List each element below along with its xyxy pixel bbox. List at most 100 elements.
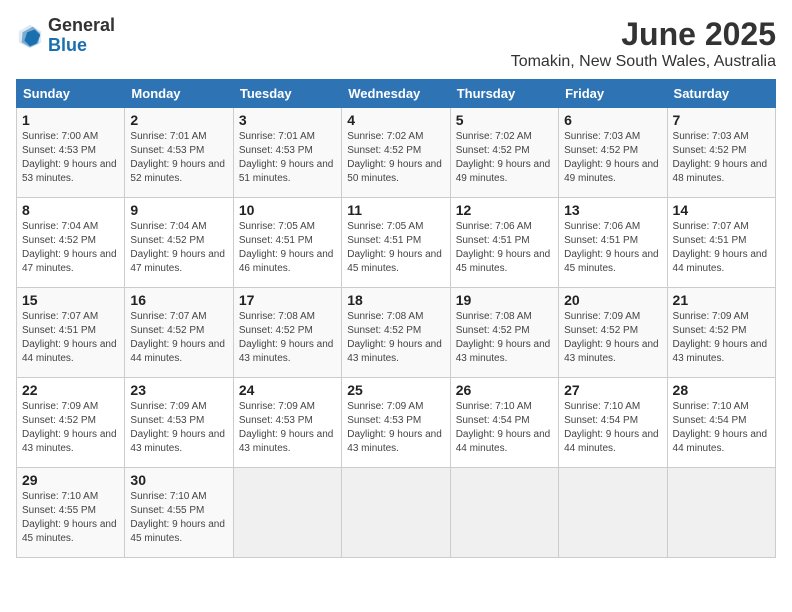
day-number: 26 — [456, 382, 553, 398]
day-number: 22 — [22, 382, 119, 398]
day-number: 28 — [673, 382, 770, 398]
weekday-header-thursday: Thursday — [450, 80, 558, 108]
day-info: Sunrise: 7:00 AM Sunset: 4:53 PM Dayligh… — [22, 130, 119, 186]
calendar-week-row: 15 Sunrise: 7:07 AM Sunset: 4:51 PM Dayl… — [17, 288, 776, 378]
day-number: 21 — [673, 292, 770, 308]
logo-general-text: General — [48, 15, 115, 35]
day-number: 16 — [130, 292, 227, 308]
calendar-cell: 8 Sunrise: 7:04 AM Sunset: 4:52 PM Dayli… — [17, 198, 125, 288]
day-info: Sunrise: 7:08 AM Sunset: 4:52 PM Dayligh… — [239, 310, 336, 366]
calendar-cell: 18 Sunrise: 7:08 AM Sunset: 4:52 PM Dayl… — [342, 288, 450, 378]
day-number: 30 — [130, 472, 227, 488]
day-number: 6 — [564, 112, 661, 128]
day-number: 19 — [456, 292, 553, 308]
day-number: 14 — [673, 202, 770, 218]
day-number: 2 — [130, 112, 227, 128]
day-number: 17 — [239, 292, 336, 308]
calendar-cell: 5 Sunrise: 7:02 AM Sunset: 4:52 PM Dayli… — [450, 108, 558, 198]
day-number: 24 — [239, 382, 336, 398]
day-info: Sunrise: 7:10 AM Sunset: 4:54 PM Dayligh… — [673, 400, 770, 456]
day-number: 13 — [564, 202, 661, 218]
day-number: 8 — [22, 202, 119, 218]
calendar-cell — [667, 468, 775, 558]
day-number: 4 — [347, 112, 444, 128]
day-info: Sunrise: 7:07 AM Sunset: 4:51 PM Dayligh… — [673, 220, 770, 276]
location-title: Tomakin, New South Wales, Australia — [511, 53, 776, 71]
day-info: Sunrise: 7:09 AM Sunset: 4:52 PM Dayligh… — [22, 400, 119, 456]
calendar-week-row: 29 Sunrise: 7:10 AM Sunset: 4:55 PM Dayl… — [17, 468, 776, 558]
calendar-cell: 2 Sunrise: 7:01 AM Sunset: 4:53 PM Dayli… — [125, 108, 233, 198]
calendar-cell: 19 Sunrise: 7:08 AM Sunset: 4:52 PM Dayl… — [450, 288, 558, 378]
day-info: Sunrise: 7:02 AM Sunset: 4:52 PM Dayligh… — [347, 130, 444, 186]
calendar-cell: 28 Sunrise: 7:10 AM Sunset: 4:54 PM Dayl… — [667, 378, 775, 468]
calendar-cell: 11 Sunrise: 7:05 AM Sunset: 4:51 PM Dayl… — [342, 198, 450, 288]
calendar-cell: 9 Sunrise: 7:04 AM Sunset: 4:52 PM Dayli… — [125, 198, 233, 288]
day-info: Sunrise: 7:06 AM Sunset: 4:51 PM Dayligh… — [456, 220, 553, 276]
day-info: Sunrise: 7:09 AM Sunset: 4:52 PM Dayligh… — [673, 310, 770, 366]
calendar-cell: 3 Sunrise: 7:01 AM Sunset: 4:53 PM Dayli… — [233, 108, 341, 198]
day-number: 27 — [564, 382, 661, 398]
calendar-cell — [559, 468, 667, 558]
day-info: Sunrise: 7:06 AM Sunset: 4:51 PM Dayligh… — [564, 220, 661, 276]
day-info: Sunrise: 7:09 AM Sunset: 4:53 PM Dayligh… — [130, 400, 227, 456]
day-number: 18 — [347, 292, 444, 308]
day-info: Sunrise: 7:10 AM Sunset: 4:54 PM Dayligh… — [564, 400, 661, 456]
header: General Blue June 2025 Tomakin, New Sout… — [16, 16, 776, 71]
day-info: Sunrise: 7:10 AM Sunset: 4:54 PM Dayligh… — [456, 400, 553, 456]
calendar-cell: 16 Sunrise: 7:07 AM Sunset: 4:52 PM Dayl… — [125, 288, 233, 378]
day-info: Sunrise: 7:05 AM Sunset: 4:51 PM Dayligh… — [239, 220, 336, 276]
calendar-cell: 1 Sunrise: 7:00 AM Sunset: 4:53 PM Dayli… — [17, 108, 125, 198]
day-number: 29 — [22, 472, 119, 488]
day-number: 3 — [239, 112, 336, 128]
day-info: Sunrise: 7:07 AM Sunset: 4:52 PM Dayligh… — [130, 310, 227, 366]
day-number: 7 — [673, 112, 770, 128]
title-section: June 2025 Tomakin, New South Wales, Aust… — [511, 16, 776, 71]
day-info: Sunrise: 7:01 AM Sunset: 4:53 PM Dayligh… — [239, 130, 336, 186]
calendar-cell: 30 Sunrise: 7:10 AM Sunset: 4:55 PM Dayl… — [125, 468, 233, 558]
calendar-cell: 17 Sunrise: 7:08 AM Sunset: 4:52 PM Dayl… — [233, 288, 341, 378]
calendar-cell: 23 Sunrise: 7:09 AM Sunset: 4:53 PM Dayl… — [125, 378, 233, 468]
calendar-cell: 14 Sunrise: 7:07 AM Sunset: 4:51 PM Dayl… — [667, 198, 775, 288]
day-info: Sunrise: 7:07 AM Sunset: 4:51 PM Dayligh… — [22, 310, 119, 366]
calendar-cell: 25 Sunrise: 7:09 AM Sunset: 4:53 PM Dayl… — [342, 378, 450, 468]
weekday-header-friday: Friday — [559, 80, 667, 108]
day-number: 1 — [22, 112, 119, 128]
calendar-cell: 29 Sunrise: 7:10 AM Sunset: 4:55 PM Dayl… — [17, 468, 125, 558]
calendar-cell: 15 Sunrise: 7:07 AM Sunset: 4:51 PM Dayl… — [17, 288, 125, 378]
day-info: Sunrise: 7:03 AM Sunset: 4:52 PM Dayligh… — [673, 130, 770, 186]
day-info: Sunrise: 7:03 AM Sunset: 4:52 PM Dayligh… — [564, 130, 661, 186]
day-info: Sunrise: 7:09 AM Sunset: 4:53 PM Dayligh… — [239, 400, 336, 456]
day-number: 10 — [239, 202, 336, 218]
day-info: Sunrise: 7:10 AM Sunset: 4:55 PM Dayligh… — [22, 490, 119, 546]
logo-text: General Blue — [48, 16, 115, 56]
day-info: Sunrise: 7:04 AM Sunset: 4:52 PM Dayligh… — [130, 220, 227, 276]
weekday-header-tuesday: Tuesday — [233, 80, 341, 108]
day-info: Sunrise: 7:08 AM Sunset: 4:52 PM Dayligh… — [347, 310, 444, 366]
calendar-week-row: 22 Sunrise: 7:09 AM Sunset: 4:52 PM Dayl… — [17, 378, 776, 468]
day-number: 11 — [347, 202, 444, 218]
day-number: 5 — [456, 112, 553, 128]
calendar-cell: 26 Sunrise: 7:10 AM Sunset: 4:54 PM Dayl… — [450, 378, 558, 468]
day-number: 23 — [130, 382, 227, 398]
calendar-cell: 13 Sunrise: 7:06 AM Sunset: 4:51 PM Dayl… — [559, 198, 667, 288]
weekday-header-saturday: Saturday — [667, 80, 775, 108]
logo-icon — [16, 22, 44, 50]
weekday-header-sunday: Sunday — [17, 80, 125, 108]
calendar-cell: 24 Sunrise: 7:09 AM Sunset: 4:53 PM Dayl… — [233, 378, 341, 468]
calendar-cell: 4 Sunrise: 7:02 AM Sunset: 4:52 PM Dayli… — [342, 108, 450, 198]
day-number: 20 — [564, 292, 661, 308]
day-info: Sunrise: 7:02 AM Sunset: 4:52 PM Dayligh… — [456, 130, 553, 186]
calendar-cell: 12 Sunrise: 7:06 AM Sunset: 4:51 PM Dayl… — [450, 198, 558, 288]
day-info: Sunrise: 7:09 AM Sunset: 4:52 PM Dayligh… — [564, 310, 661, 366]
day-info: Sunrise: 7:10 AM Sunset: 4:55 PM Dayligh… — [130, 490, 227, 546]
day-info: Sunrise: 7:01 AM Sunset: 4:53 PM Dayligh… — [130, 130, 227, 186]
calendar-week-row: 8 Sunrise: 7:04 AM Sunset: 4:52 PM Dayli… — [17, 198, 776, 288]
calendar-cell: 7 Sunrise: 7:03 AM Sunset: 4:52 PM Dayli… — [667, 108, 775, 198]
calendar-cell: 6 Sunrise: 7:03 AM Sunset: 4:52 PM Dayli… — [559, 108, 667, 198]
day-number: 15 — [22, 292, 119, 308]
calendar-cell: 21 Sunrise: 7:09 AM Sunset: 4:52 PM Dayl… — [667, 288, 775, 378]
day-info: Sunrise: 7:04 AM Sunset: 4:52 PM Dayligh… — [22, 220, 119, 276]
calendar-cell: 27 Sunrise: 7:10 AM Sunset: 4:54 PM Dayl… — [559, 378, 667, 468]
logo: General Blue — [16, 16, 115, 56]
weekday-header-monday: Monday — [125, 80, 233, 108]
